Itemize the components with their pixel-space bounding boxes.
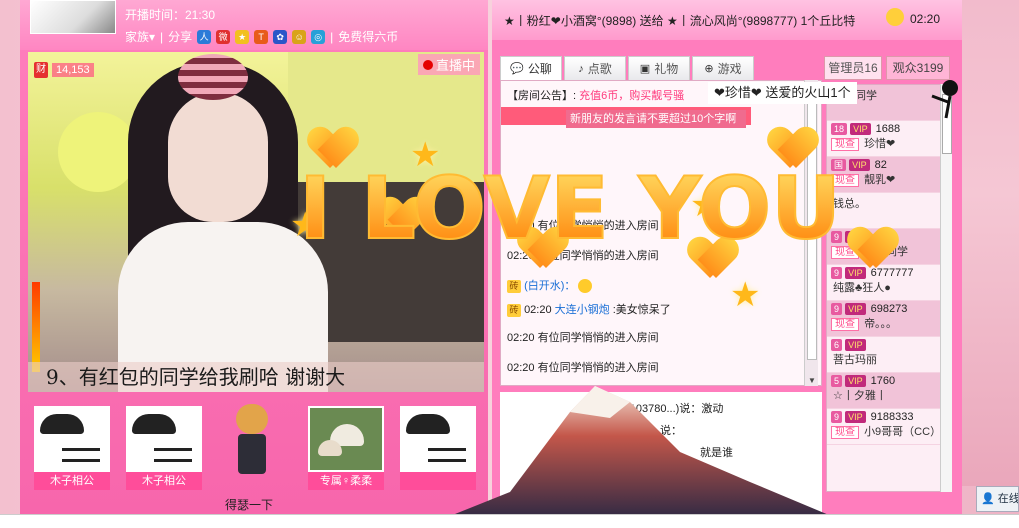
live-badge: 直播中: [417, 54, 480, 75]
gift-banner-text: ★丨粉红❤小酒窝°(9898) 送给 ★丨流心风尚°(9898777) 1个丘比…: [504, 14, 856, 28]
chat-tabs: 💬 公聊 ♪ 点歌 ▣ 礼物 ⊕ 游戏: [500, 56, 754, 80]
chat-message: 02:20 有位同学悄悄的进入房间: [507, 362, 659, 374]
gift-icon: ▣: [639, 63, 651, 75]
left-column: 开播时间：21:30 家族▾ | 分享 人 微 ★ T ✿ ☺ ◎ | 免费得六…: [20, 0, 488, 514]
user-icon: 👤: [981, 493, 995, 505]
plush-toy: [58, 112, 138, 192]
level-badge-icon: 9: [831, 267, 843, 279]
user-card[interactable]: 木子相公: [126, 406, 202, 490]
wealth-value: 14,153: [52, 63, 94, 77]
bottom-bar: [0, 514, 1019, 528]
new-user-warning: 新朋友的发言请不要超过10个字啊: [566, 110, 746, 128]
check-tag[interactable]: 现查: [831, 174, 859, 187]
family-dropdown[interactable]: 家族▾: [125, 28, 155, 45]
tab-games[interactable]: ⊕ 游戏: [692, 56, 754, 80]
chat-message: 02:20 有位同学悄悄的进入房间: [507, 332, 659, 344]
volume-meter[interactable]: [32, 282, 40, 372]
bench-icon: [62, 448, 100, 462]
chat-scrollbar[interactable]: ▲ ▼: [804, 80, 818, 386]
list-item[interactable]: 9 VIP 6777777 纯露♣狂人●: [827, 265, 947, 301]
tab-public-chat[interactable]: 💬 公聊: [500, 56, 562, 80]
music-icon: ♪: [578, 62, 584, 75]
online-status[interactable]: 👤 在线: [976, 486, 1019, 512]
stick-figure-icon: [931, 80, 958, 119]
level-badge-icon: 18: [831, 123, 848, 135]
user-card[interactable]: 专属♀柔柔: [308, 406, 384, 490]
tab-song-request[interactable]: ♪ 点歌: [564, 56, 626, 80]
wealth-icon: 财: [34, 62, 48, 78]
smile-emoji-icon: [578, 279, 593, 294]
level-badge-icon: 6: [831, 339, 843, 351]
chat-icon: 💬: [510, 63, 524, 75]
live-label: 直播中: [435, 58, 475, 73]
check-tag[interactable]: 现查: [831, 138, 859, 151]
level-badge-icon: 9: [831, 231, 843, 243]
list-item[interactable]: 18 VIP 1688 现查 珍惜❤: [827, 121, 947, 157]
chibi-avatar[interactable]: [232, 404, 272, 492]
list-item[interactable]: 9 VIP 698273 现查 帝。。。: [827, 301, 947, 337]
decorative-background: [962, 0, 1019, 486]
bench-icon: [154, 448, 192, 462]
chibi-label: 得瑟一下: [225, 498, 274, 512]
chat-message: 02:20 有位同学悄悄的进入房间: [507, 220, 659, 232]
gift-banner: ★丨粉红❤小酒窝°(9898) 送给 ★丨流心风尚°(9898777) 1个丘比…: [492, 0, 962, 40]
streamer-header: 开播时间：21:30 家族▾ | 分享 人 微 ★ T ✿ ☺ ◎ | 免费得六…: [20, 0, 488, 50]
weibo-icon[interactable]: 微: [216, 29, 231, 44]
wealth-badge: 财 14,153: [34, 62, 94, 78]
room-announcement: 【房间公告】: 充值6币，购买靓号骚: [507, 90, 685, 102]
tab-admins[interactable]: 管理员16: [824, 56, 882, 80]
star-share-icon[interactable]: ★: [235, 29, 250, 44]
qzone-icon[interactable]: ◎: [311, 29, 326, 44]
striped-hat: [178, 54, 248, 100]
broadcast-time: 开播时间：21:30: [125, 8, 216, 22]
level-badge-icon: 国: [831, 159, 847, 171]
cupid-gift-icon: [886, 8, 904, 26]
gift-notification: ❤珍惜❤ 送爱的火山1个: [708, 82, 857, 104]
vip-badge: VIP: [850, 123, 871, 135]
tab-viewers[interactable]: 观众3199: [886, 56, 950, 80]
user-card-caption: 木子相公: [126, 472, 202, 490]
streamer-avatar[interactable]: [30, 0, 116, 34]
user-card-caption: 专属♀柔柔: [308, 472, 384, 490]
list-item[interactable]: 6 VIP 菩古玛丽: [827, 337, 947, 373]
rank-badge-icon: 砖: [507, 280, 521, 293]
gift-banner-time: 02:20: [909, 12, 940, 26]
level-badge-icon: 9: [831, 303, 843, 315]
check-tag[interactable]: 现查: [831, 246, 859, 259]
vip-badge: VIP: [845, 231, 866, 243]
free-coins-link[interactable]: 免费得六币: [338, 28, 398, 45]
list-item[interactable]: 9 VIP 现查 后排同学: [827, 229, 947, 265]
user-card[interactable]: 木子相公: [34, 406, 110, 490]
kaixin-icon[interactable]: ☺: [292, 29, 307, 44]
paw-icon[interactable]: ✿: [273, 29, 288, 44]
live-dot-icon: [422, 59, 433, 70]
tab-gifts[interactable]: ▣ 礼物: [628, 56, 690, 80]
streamer-face: [168, 92, 268, 222]
renren-icon[interactable]: 人: [197, 29, 212, 44]
header-links: 家族▾ | 分享 人 微 ★ T ✿ ☺ ◎ | 免费得六币: [125, 28, 399, 45]
rank-badge-icon: 砖: [507, 304, 521, 317]
video-stream[interactable]: 财 14,153 直播中 9、有红包的同学给我刷哈 谢谢大: [28, 52, 484, 392]
user-card-caption: 木子相公: [34, 472, 110, 490]
list-item[interactable]: 国 VIP 82 现查 靓乳❤: [827, 157, 947, 193]
featured-users-strip: 木子相公 木子相公 得瑟一下 专属♀柔柔: [20, 396, 488, 514]
chat-message: 砖 (白开水)：: [507, 277, 593, 294]
check-tag[interactable]: 现查: [831, 318, 859, 331]
game-icon: ⊕: [704, 63, 714, 75]
chat-message: 砖 02:20 大连小钢炮 :美女惊呆了: [507, 301, 671, 317]
volcano-gift-animation: [420, 386, 860, 528]
tencent-icon[interactable]: T: [254, 29, 269, 44]
vip-badge: VIP: [845, 339, 866, 351]
list-item[interactable]: 钱总。: [827, 193, 947, 229]
vip-badge: VIP: [845, 267, 866, 279]
chat-message: 02:20 有位同学悄悄的进入房间: [507, 250, 659, 262]
scrolling-ticker: 9、有红包的同学给我刷哈 谢谢大: [28, 362, 484, 392]
share-label: 分享: [168, 30, 193, 44]
vip-badge: VIP: [849, 159, 870, 171]
vip-badge: VIP: [845, 303, 866, 315]
user-list-scrollbar[interactable]: [940, 84, 952, 492]
